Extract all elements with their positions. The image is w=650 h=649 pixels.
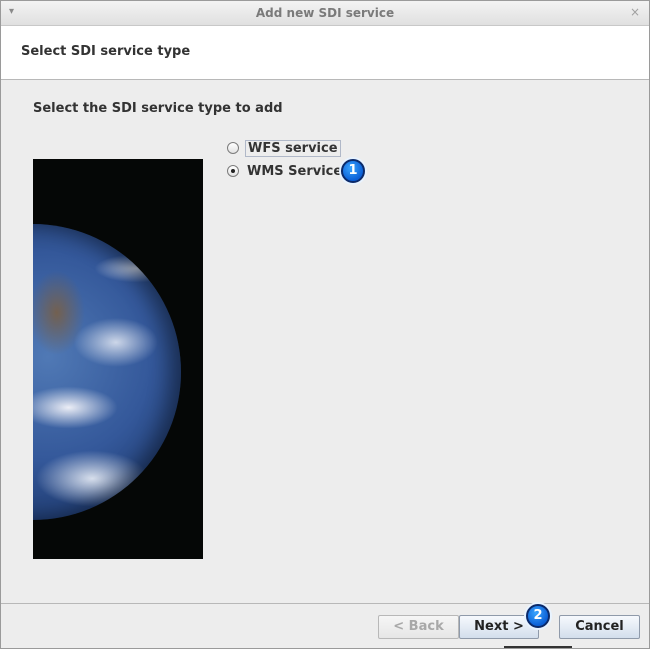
close-icon[interactable]: × (630, 5, 640, 19)
annotation-marker-1: 1 (341, 159, 365, 183)
earth-image (33, 159, 203, 559)
wizard-header: Select SDI service type (1, 26, 649, 80)
taskbar-indicator (504, 646, 572, 648)
wms-option-label[interactable]: WMS Service (245, 164, 344, 179)
step-heading: Select SDI service type (21, 44, 191, 59)
wfs-radio-button[interactable] (227, 142, 239, 154)
title-bar: ▾ Add new SDI service × (1, 1, 649, 26)
service-type-prompt: Select the SDI service type to add (33, 101, 283, 116)
wfs-option-label[interactable]: WFS service (245, 139, 341, 157)
wizard-content: Select the SDI service type to add WFS s… (1, 80, 649, 604)
dialog-window: ▾ Add new SDI service × Select SDI servi… (0, 0, 650, 649)
earth-globe-graphic (33, 224, 181, 520)
cancel-button[interactable]: Cancel (559, 615, 640, 639)
annotation-marker-2: 2 (526, 604, 550, 628)
back-button[interactable]: < Back (378, 615, 459, 639)
window-title: Add new SDI service (255, 6, 395, 20)
wms-radio-button[interactable] (227, 165, 239, 177)
option-wfs-service[interactable]: WFS service (227, 139, 341, 157)
option-wms-service[interactable]: WMS Service (227, 162, 344, 180)
